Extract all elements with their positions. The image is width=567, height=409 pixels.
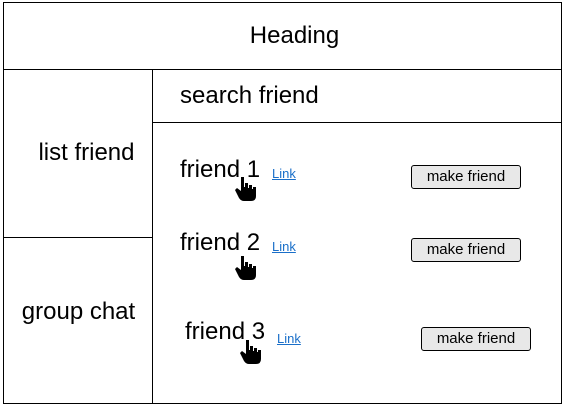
sidebar-item-group-chat[interactable]: group chat	[3, 238, 152, 404]
hand-pointer-icon	[235, 177, 256, 201]
sidebar-item-label: list friend	[38, 139, 135, 166]
friend-row: friend 1 Link make friend	[153, 156, 562, 201]
friend-link[interactable]: Link	[272, 166, 296, 181]
sidebar-item-label: group chat	[21, 298, 136, 325]
header: Heading	[3, 2, 562, 70]
friend-link[interactable]: Link	[277, 331, 301, 346]
sidebar: list friend group chat	[3, 69, 153, 404]
make-friend-button[interactable]: make friend	[421, 327, 531, 351]
friend-link[interactable]: Link	[272, 239, 296, 254]
make-friend-button[interactable]: make friend	[411, 165, 521, 189]
hand-pointer-icon	[235, 256, 256, 280]
friend-name: friend 2	[180, 229, 261, 256]
search-label: search friend	[180, 82, 319, 109]
friend-row: friend 2 Link make friend	[153, 229, 562, 280]
page-title: Heading	[249, 22, 340, 49]
friend-row: friend 3 Link make friend	[153, 318, 562, 364]
hand-pointer-icon	[240, 340, 261, 364]
search-bar[interactable]: search friend	[153, 69, 562, 123]
sidebar-item-list-friend[interactable]: list friend	[3, 69, 152, 238]
make-friend-button[interactable]: make friend	[411, 238, 521, 262]
